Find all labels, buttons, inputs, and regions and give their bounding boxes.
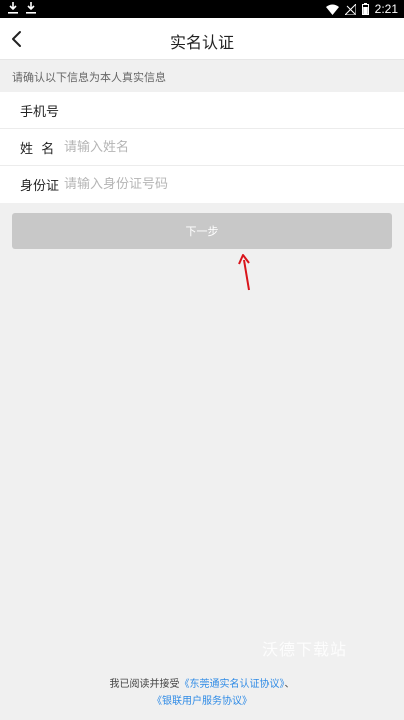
phone-row: 手机号 xyxy=(0,92,404,129)
nav-bar: 实名认证 xyxy=(0,18,404,60)
name-input[interactable] xyxy=(64,139,404,155)
name-row: 姓 名 xyxy=(0,129,404,166)
status-time: 2:21 xyxy=(374,2,398,16)
id-row: 身份证 xyxy=(0,166,404,203)
id-label: 身份证 xyxy=(20,179,60,194)
annotation-arrow-icon xyxy=(236,252,256,296)
agreement-prefix: 我已阅读并接受 xyxy=(109,679,180,690)
unionpay-agreement-link[interactable]: 《银联用户服务协议》 xyxy=(152,696,252,707)
wifi-icon xyxy=(325,4,339,15)
download-icon xyxy=(26,2,36,14)
watermark: 沃德下载站 xyxy=(262,640,348,659)
battery-icon xyxy=(361,3,369,15)
page-title: 实名认证 xyxy=(169,33,234,52)
id-number-input[interactable] xyxy=(64,177,404,192)
agreement-separator: 、 xyxy=(284,679,295,690)
verification-form: 手机号 姓 名 身份证 xyxy=(0,92,404,203)
status-bar: 2:21 xyxy=(0,0,404,18)
dgt-agreement-link[interactable]: 《东莞通实名认证协议》 xyxy=(180,679,285,690)
agreement-text: 我已阅读并接受《东莞通实名认证协议》、 《银联用户服务协议》 xyxy=(0,676,404,710)
download-icon xyxy=(8,2,18,14)
info-hint: 请确认以下信息为本人真实信息 xyxy=(12,71,166,84)
name-label: 姓 名 xyxy=(20,141,55,157)
signal-off-icon xyxy=(344,3,356,15)
next-button[interactable]: 下一步 xyxy=(12,213,392,249)
phone-label: 手机号 xyxy=(20,104,60,120)
